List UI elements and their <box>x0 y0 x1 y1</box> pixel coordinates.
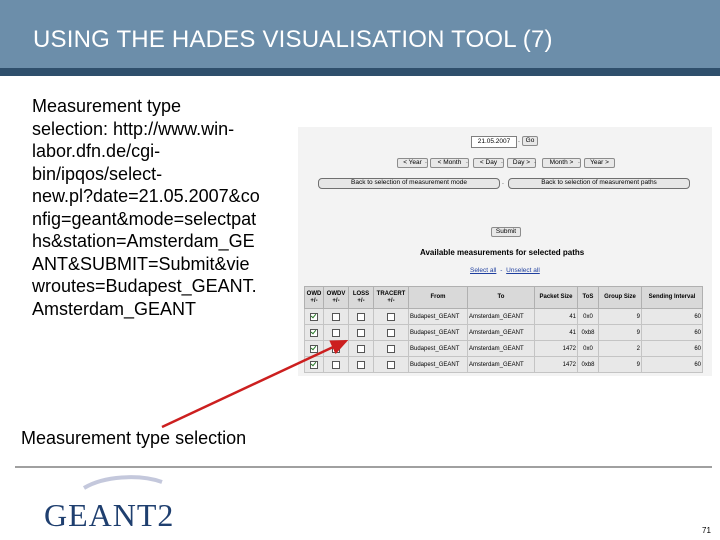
arrow-line <box>161 339 349 429</box>
logo-swoosh <box>82 475 163 490</box>
page-number: 71 <box>702 526 711 535</box>
logo-text: GEANT2 <box>44 497 174 532</box>
footer-separator <box>15 466 712 468</box>
annotation-arrow <box>161 339 349 429</box>
geant2-logo: GEANT2 <box>44 475 174 532</box>
caption-text: Measurement type selection <box>21 428 247 448</box>
